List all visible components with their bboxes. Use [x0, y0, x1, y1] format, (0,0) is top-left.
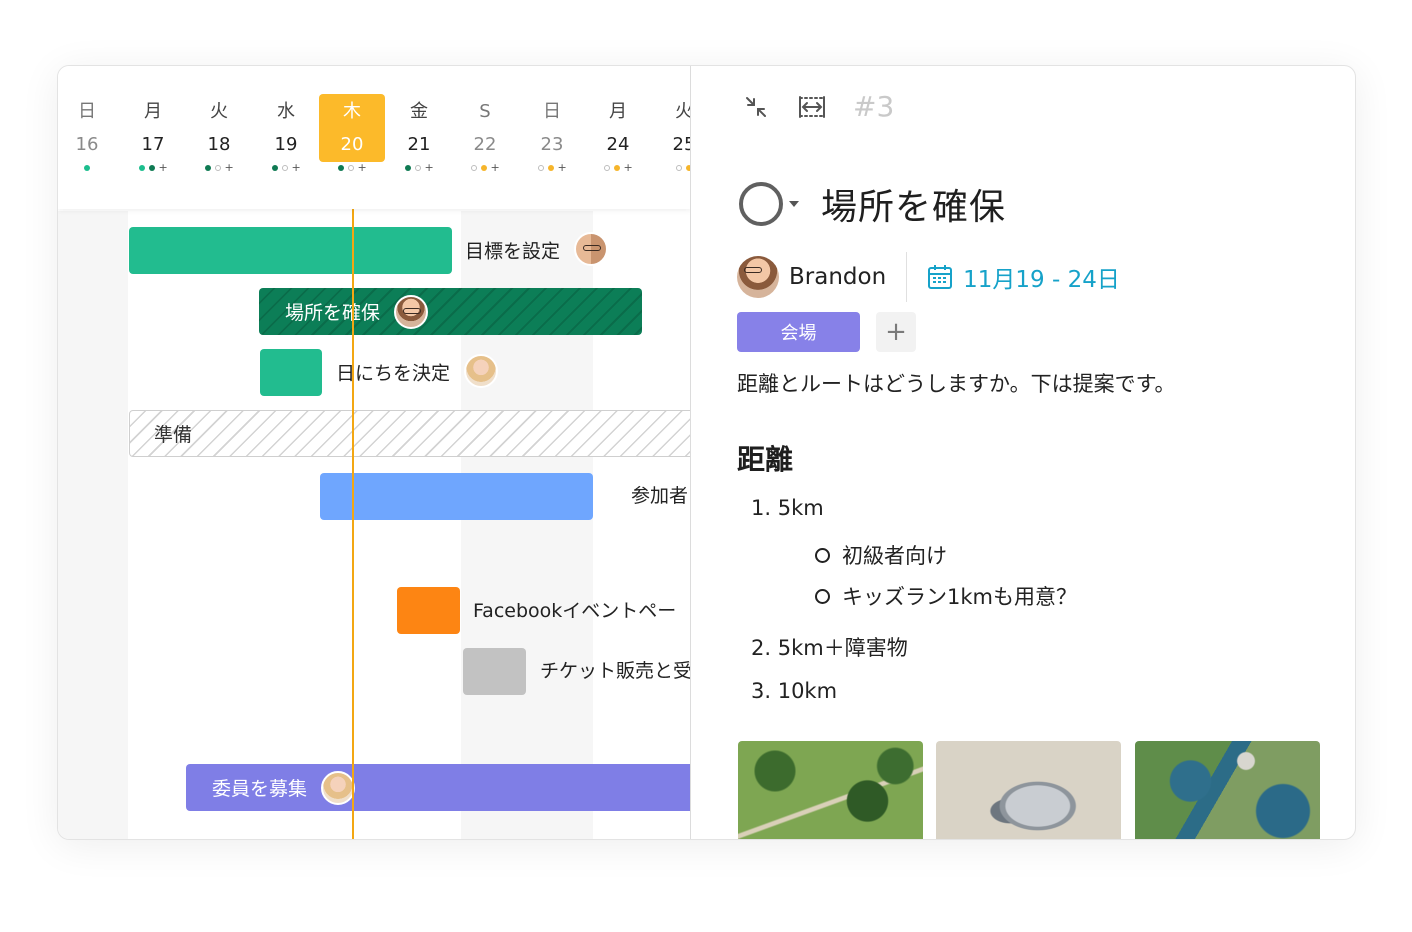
avatar — [394, 294, 429, 329]
date-label: 16 — [75, 134, 99, 155]
date-label: 21 — [407, 134, 431, 155]
task-bar-participants[interactable] — [320, 473, 593, 520]
weekend-column — [58, 211, 128, 839]
sub-list-item: 初級者向け — [815, 540, 947, 570]
list-item: 1. 5km — [751, 496, 824, 520]
task-label-text: 日にちを決定 — [336, 362, 451, 385]
expand-width-icon[interactable] — [797, 92, 827, 122]
day-column-21[interactable]: 金 21 — [386, 94, 452, 162]
day-column-22[interactable]: S 22 — [452, 94, 518, 162]
image-thumbnail-waterway[interactable] — [1135, 741, 1320, 839]
bullet-circle-icon — [815, 588, 830, 604]
detail-toolbar: #3 — [741, 90, 894, 123]
add-icon[interactable]: + — [624, 162, 633, 173]
task-bar-date[interactable] — [260, 349, 322, 396]
task-label-participants[interactable]: 参加者 — [631, 484, 688, 508]
task-label-tickets[interactable]: チケット販売と受 — [540, 659, 691, 683]
day-column-18[interactable]: 火 18 — [186, 94, 252, 162]
add-icon[interactable]: + — [491, 162, 500, 173]
date-range[interactable]: 11月19 - 24日 — [963, 260, 1120, 294]
avatar — [574, 232, 609, 266]
task-bar-tickets[interactable] — [463, 648, 526, 695]
date-label: 23 — [540, 134, 564, 155]
weekday-label: 日 — [543, 101, 561, 122]
date-label: 25 — [672, 134, 691, 155]
image-thumbnail-plaza[interactable] — [936, 741, 1121, 839]
section-heading: 距離 — [737, 443, 794, 476]
meta-separator — [906, 252, 908, 302]
task-label-facebook[interactable]: Facebookイベントペー — [473, 599, 676, 623]
status-circle-icon[interactable] — [739, 182, 783, 226]
day-column-23[interactable]: 日 23 — [519, 94, 585, 162]
timeline-view: 日 16 月 17 + 火 18 + 水 19 + 木 20 + 金 21 + … — [58, 66, 691, 839]
task-bar-venue[interactable]: 場所を確保 — [259, 288, 642, 335]
date-label: 19 — [274, 134, 298, 155]
add-icon[interactable]: + — [292, 162, 301, 173]
assignee-name[interactable]: Brandon — [789, 264, 886, 290]
task-label-date[interactable]: 日にちを決定 — [336, 354, 499, 388]
collapse-icon[interactable] — [741, 92, 771, 122]
avatar — [321, 770, 356, 805]
task-meta-row: Brandon 11月19 - 24日 — [737, 252, 1120, 302]
sub-list-text: キッズラン1kmも用意？ — [842, 585, 1077, 609]
date-label: 20 — [340, 134, 364, 155]
weekday-label: 月 — [609, 101, 627, 122]
weekday-label: 火 — [210, 101, 228, 122]
add-icon[interactable]: + — [159, 162, 168, 173]
weekday-label: 火 — [651, 94, 691, 122]
chevron-down-icon[interactable] — [789, 201, 799, 207]
list-item: 2. 5km＋障害物 — [751, 636, 908, 660]
day-indicators — [644, 163, 691, 173]
section-bar-prep[interactable]: 準備 — [129, 410, 691, 457]
day-column-20-today[interactable]: 木 20 — [319, 94, 385, 162]
add-icon[interactable]: + — [225, 162, 234, 173]
day-column-19[interactable]: 水 19 — [253, 94, 319, 162]
tag-row: 会場 + — [737, 312, 916, 352]
weekday-label: 月 — [144, 101, 162, 122]
task-title-row: 場所を確保 — [739, 178, 1006, 230]
task-title[interactable]: 場所を確保 — [821, 178, 1006, 230]
sub-list-text: 初級者向け — [842, 544, 947, 568]
task-detail-panel: #3 場所を確保 Brandon 11月19 - 24日 会場 + 距離とルート… — [691, 66, 1355, 839]
tag-venue[interactable]: 会場 — [737, 312, 860, 352]
task-number: #3 — [853, 90, 895, 123]
add-tag-button[interactable]: + — [876, 312, 916, 352]
task-label-venue: 場所を確保 — [285, 302, 381, 324]
weekday-label: 日 — [78, 101, 96, 122]
add-icon[interactable]: + — [558, 162, 567, 173]
sub-list-item: キッズラン1kmも用意？ — [815, 581, 1077, 611]
weekday-label: S — [479, 101, 491, 122]
day-column-16[interactable]: 日 16 — [58, 94, 120, 162]
date-label: 22 — [473, 134, 497, 155]
panel-divider[interactable] — [690, 66, 691, 839]
avatar — [464, 354, 499, 388]
task-bar-facebook[interactable] — [397, 587, 460, 634]
image-thumbnail-park[interactable] — [738, 741, 923, 839]
assignee-avatar[interactable] — [737, 256, 779, 298]
day-column-25[interactable]: 火 25 — [651, 94, 691, 162]
day-header: 日 16 月 17 + 火 18 + 水 19 + 木 20 + 金 21 + … — [58, 66, 691, 209]
section-label-prep: 準備 — [154, 424, 193, 446]
task-bar-committee[interactable]: 委員を募集 — [186, 764, 691, 811]
add-icon[interactable]: + — [425, 162, 434, 173]
task-label-goal[interactable]: 目標を設定 — [465, 232, 609, 266]
weekday-label: 水 — [277, 101, 295, 122]
task-label-committee: 委員を募集 — [212, 778, 308, 800]
add-icon[interactable]: + — [358, 162, 367, 173]
calendar-icon[interactable] — [927, 264, 953, 290]
task-label-text: 目標を設定 — [465, 240, 561, 263]
task-bar-goal[interactable] — [129, 227, 452, 274]
weekday-label: 木 — [343, 101, 361, 122]
date-label: 18 — [207, 134, 231, 155]
app-window: 日 16 月 17 + 火 18 + 水 19 + 木 20 + 金 21 + … — [57, 65, 1356, 840]
list-item: 3. 10km — [751, 679, 838, 703]
date-label: 17 — [141, 134, 165, 155]
bullet-circle-icon — [815, 547, 830, 563]
today-line — [352, 209, 354, 839]
day-column-24[interactable]: 月 24 — [585, 94, 651, 162]
day-column-17[interactable]: 月 17 — [120, 94, 186, 162]
weekday-label: 金 — [410, 101, 428, 122]
date-label: 24 — [606, 134, 630, 155]
task-description[interactable]: 距離とルートはどうしますか。下は提案です。 — [737, 368, 1175, 398]
